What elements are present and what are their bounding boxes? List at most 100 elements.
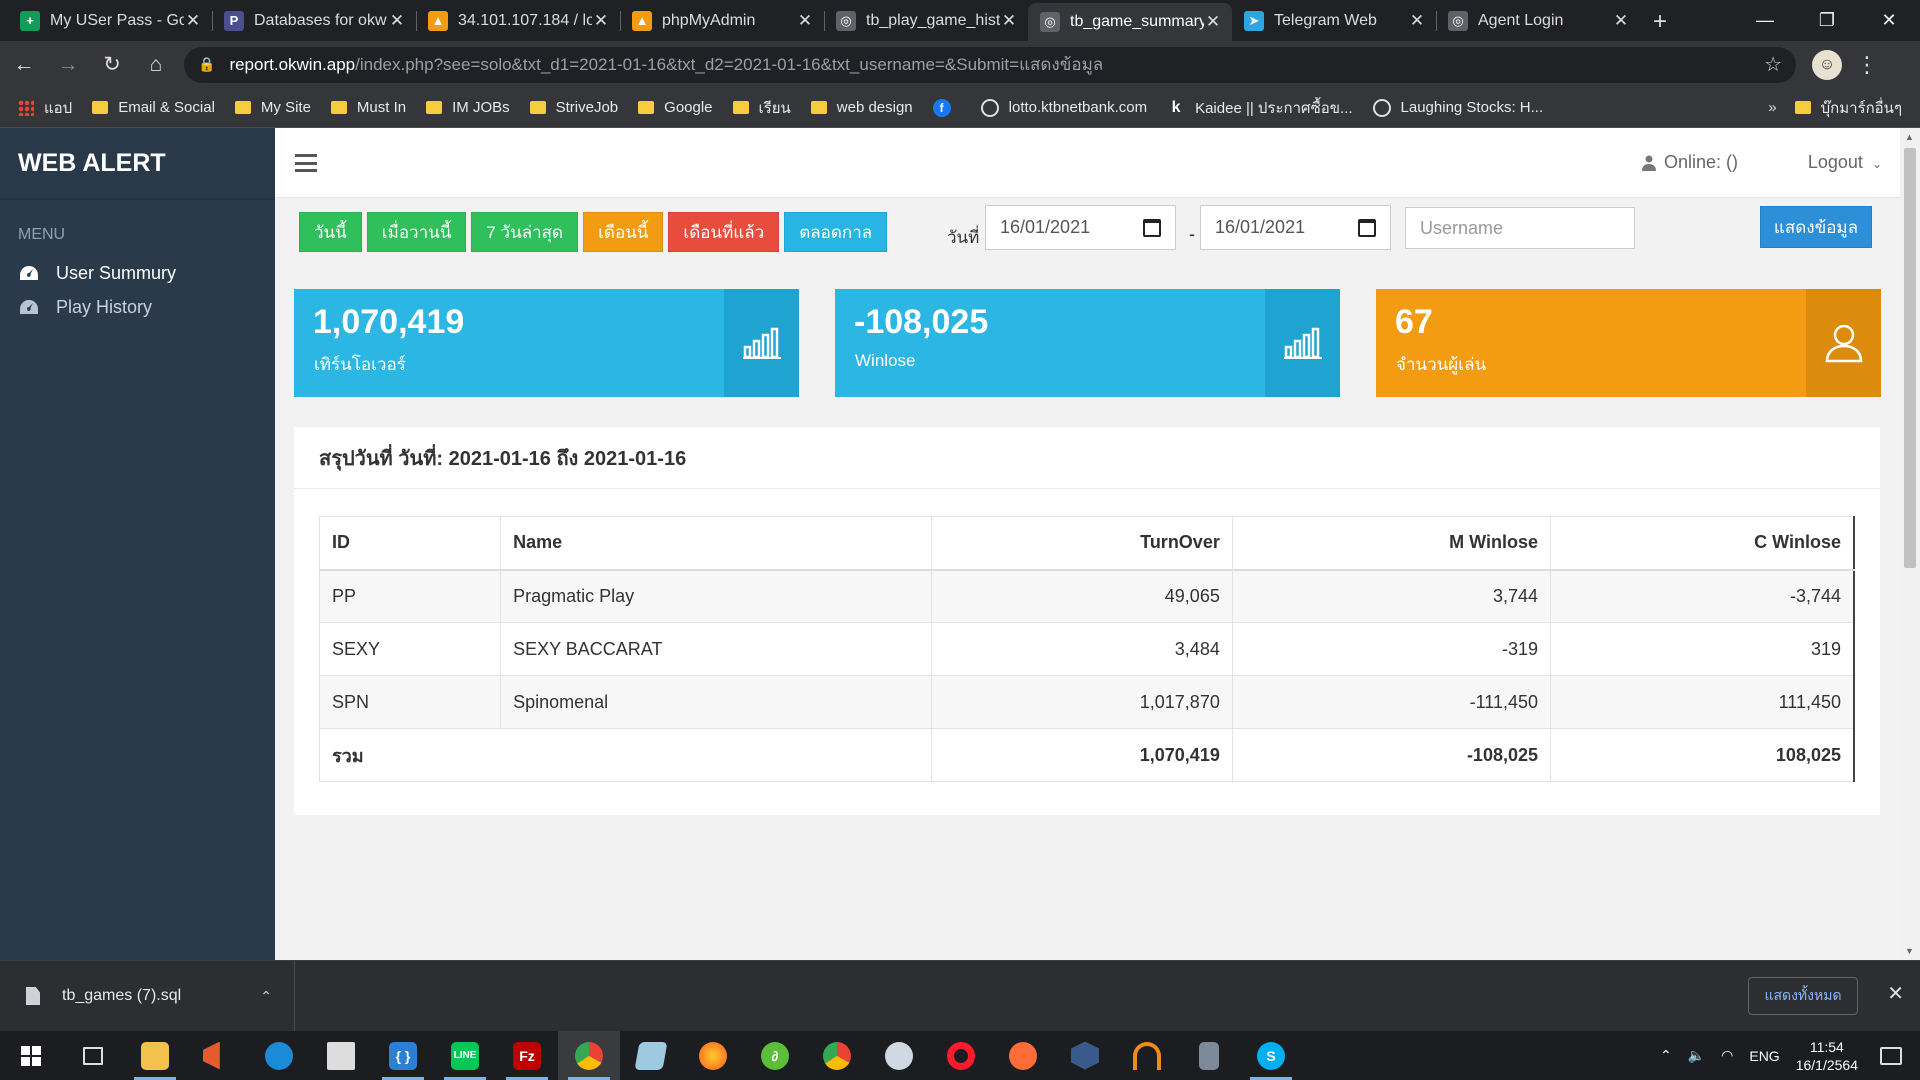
bookmark-other[interactable]: บุ๊กมาร์กอื่นๆ [1794,96,1902,120]
close-tab-icon[interactable]: ✕ [184,11,202,31]
filter-button[interactable]: เดือนที่แล้ว [668,212,780,252]
chrome-profile-icon[interactable] [806,1031,868,1080]
opera-icon[interactable] [930,1031,992,1080]
line-icon[interactable]: LINE [434,1031,496,1080]
browser-tab[interactable]: ▲ 34.101.107.184 / lo ✕ [416,3,620,38]
browser-tab[interactable]: ◎ tb_game_summary ✕ [1028,3,1232,41]
logout-dropdown[interactable]: Logout ⌄ [1808,152,1882,173]
filter-button[interactable]: 7 วันล่าสุด [471,212,579,252]
show-all-downloads-button[interactable]: แสดงทั้งหมด [1748,977,1858,1015]
browser-tab[interactable]: + My USer Pass - Go ✕ [8,3,212,38]
close-window-icon[interactable]: ✕ [1858,0,1920,40]
filter-button[interactable]: ตลอดกาล [784,212,888,252]
bookmark-item[interactable]: My Site [234,99,311,116]
browser-tab[interactable]: ◎ Agent Login ✕ [1436,3,1640,38]
scroll-up-icon[interactable]: ▲ [1905,132,1914,142]
close-tab-icon[interactable]: ✕ [1204,12,1222,32]
media-player-icon[interactable] [186,1031,248,1080]
wifi-icon[interactable]: ◠ [1721,1047,1733,1064]
reload-icon[interactable]: ↻ [92,45,132,85]
bookmark-item[interactable]: Laughing Stocks: H... [1372,98,1543,117]
close-tab-icon[interactable]: ✕ [1612,11,1630,31]
close-tab-icon[interactable]: ✕ [796,11,814,31]
forward-icon[interactable]: → [48,45,88,85]
back-icon[interactable]: ← [4,45,44,85]
paint-icon[interactable] [868,1031,930,1080]
sidebar-item-play-history[interactable]: Play History [0,290,275,324]
firefox-icon[interactable] [682,1031,744,1080]
close-icon[interactable]: ✕ [1887,981,1904,1006]
home-icon[interactable]: ⌂ [136,45,176,85]
bookmark-item[interactable]: IM JOBs [426,99,510,116]
chrome-icon[interactable] [558,1031,620,1080]
filter-button[interactable]: เมื่อวานนี้ [366,212,467,252]
minimize-icon[interactable]: — [1734,0,1796,40]
filezilla-icon[interactable]: Fz [496,1031,558,1080]
bookmark-item[interactable]: แอป [18,96,72,120]
chevron-up-icon[interactable]: ⌃ [1660,1047,1672,1064]
filter-button[interactable]: เดือนนี้ [583,212,664,252]
folder-icon [1794,101,1811,114]
vscode-icon[interactable]: { } [372,1031,434,1080]
windows-start-icon[interactable] [0,1031,62,1080]
bookmark-item[interactable]: f [932,98,961,117]
clock[interactable]: 11:54 16/1/2564 [1796,1038,1858,1074]
close-tab-icon[interactable]: ✕ [592,11,610,31]
brand-logo[interactable]: WEB ALERT [0,128,275,200]
address-bar[interactable]: 🔒 report.okwin.app /index.php?see=solo&t… [184,46,1796,83]
date-from-input[interactable]: 16/01/2021 [985,205,1176,250]
bookmark-item[interactable]: lotto.ktbnetbank.com [980,98,1147,117]
summary-table: ID Name TurnOver M Winlose C Winlose PP P… [318,516,1855,782]
calendar-icon[interactable] [1358,218,1376,237]
close-tab-icon[interactable]: ✕ [1000,11,1018,31]
browser-tab[interactable]: ➤ Telegram Web ✕ [1232,3,1436,38]
notepad-icon[interactable] [620,1031,682,1080]
notification-center-icon[interactable] [1880,1046,1902,1065]
task-view-icon[interactable] [62,1031,124,1080]
sidebar-item-label: Play History [56,296,153,317]
page-scrollbar[interactable]: ▲ ▼ [1900,128,1920,960]
volume-icon[interactable]: 🔈 [1688,1047,1705,1064]
bookmark-item[interactable]: Must In [330,99,406,116]
postman-icon[interactable] [992,1031,1054,1080]
bookmark-item[interactable]: StriveJob [529,99,618,116]
app-hexagon-icon[interactable] [1054,1031,1116,1080]
hamburger-menu-icon[interactable] [295,154,317,172]
bookmark-item[interactable]: Email & Social [92,99,215,116]
sidebar-item-user-summary[interactable]: User Summury [0,256,275,290]
download-item[interactable]: tb_games (7).sql ⌃ [0,960,295,1032]
bookmark-item[interactable]: เรียน [732,96,791,120]
profile-avatar[interactable]: ☺ [1812,49,1842,80]
skype-icon[interactable]: S [1240,1031,1302,1080]
language-indicator[interactable]: ENG [1749,1048,1779,1064]
browser-tab[interactable]: P Databases for okw ✕ [212,3,416,38]
bookmark-item[interactable]: Google [638,99,713,116]
restore-icon[interactable]: ❐ [1796,0,1858,40]
menu-kebab-icon[interactable]: ⋮ [1856,52,1878,78]
scroll-down-icon[interactable]: ▼ [1905,946,1914,956]
scrollbar-thumb[interactable] [1904,148,1916,568]
filter-button[interactable]: วันนี้ [299,212,362,252]
close-tab-icon[interactable]: ✕ [1408,11,1426,31]
date-to-input[interactable]: 16/01/2021 [1200,205,1391,250]
show-data-button[interactable]: แสดงข้อมูล [1760,206,1872,248]
app-green-icon[interactable]: ∂ [744,1031,806,1080]
edge-icon[interactable] [248,1031,310,1080]
store-icon[interactable] [310,1031,372,1080]
bookmark-item[interactable]: web design [810,99,913,116]
url-host: report.okwin.app [229,54,356,74]
headset-icon[interactable] [1116,1031,1178,1080]
calendar-icon[interactable] [1143,218,1161,237]
browser-tab[interactable]: ▲ phpMyAdmin ✕ [620,3,824,38]
browser-tab[interactable]: ◎ tb_play_game_hist ✕ [824,3,1028,38]
file-explorer-icon[interactable] [124,1031,186,1080]
bookmarks-overflow-icon[interactable]: » [1768,99,1776,116]
calculator-icon[interactable] [1178,1031,1240,1080]
new-tab-button[interactable]: + [1640,3,1680,41]
chevron-up-icon[interactable]: ⌃ [260,988,272,1005]
close-tab-icon[interactable]: ✕ [388,11,406,31]
bookmark-star-icon[interactable]: ☆ [1764,52,1782,77]
bookmark-item[interactable]: k Kaidee || ประกาศซื้อข... [1167,96,1353,120]
username-input[interactable]: Username [1405,207,1635,249]
online-status[interactable]: Online: () [1641,152,1738,173]
